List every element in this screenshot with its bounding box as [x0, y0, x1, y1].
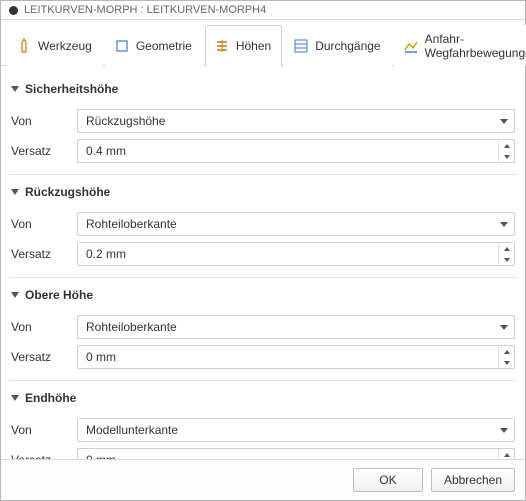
spin-down-button[interactable] — [499, 151, 514, 162]
spin-down-button[interactable] — [499, 357, 514, 368]
von-select-endhoehe[interactable]: Modellunterkante — [77, 418, 515, 442]
tab-werkzeug[interactable]: Werkzeug — [7, 25, 103, 66]
von-select-value: Rückzugshöhe — [78, 110, 494, 132]
tab-bar: Werkzeug Geometrie Höhen Durchgänge — [1, 20, 525, 66]
tool-icon — [16, 38, 32, 54]
spin-up-button[interactable] — [499, 140, 514, 151]
versatz-input-obere-hoehe[interactable] — [77, 345, 515, 369]
chevron-down-icon — [504, 155, 510, 159]
heights-icon — [214, 38, 230, 54]
window-title: LEITKURVEN-MORPH : LEITKURVEN-MORPH4 — [24, 4, 266, 16]
spin-up-button[interactable] — [499, 449, 514, 459]
von-label: Von — [11, 217, 69, 231]
versatz-input-endhoehe[interactable] — [77, 448, 515, 459]
chevron-down-icon — [11, 292, 19, 298]
title-bar: LEITKURVEN-MORPH : LEITKURVEN-MORPH4 — [1, 1, 525, 20]
dropdown-button[interactable] — [494, 213, 514, 235]
chevron-down-icon — [11, 86, 19, 92]
versatz-field[interactable] — [78, 449, 498, 459]
chevron-up-icon — [504, 453, 510, 457]
dropdown-button[interactable] — [494, 419, 514, 441]
versatz-label: Versatz — [11, 247, 69, 261]
spin-down-button[interactable] — [499, 254, 514, 265]
tab-label: Geometrie — [136, 39, 192, 53]
chevron-up-icon — [504, 350, 510, 354]
group-title: Sicherheitshöhe — [25, 82, 118, 96]
tab-label: Durchgänge — [315, 39, 380, 53]
spin-up-button[interactable] — [499, 243, 514, 254]
geometry-icon — [114, 38, 130, 54]
chevron-up-icon — [504, 247, 510, 251]
von-select-sicherheitshoehe[interactable]: Rückzugshöhe — [77, 109, 515, 133]
tab-geometrie[interactable]: Geometrie — [105, 25, 203, 66]
von-select-value: Modellunterkante — [78, 419, 494, 441]
chevron-down-icon — [500, 119, 508, 124]
tab-anfahr-wegfahr[interactable]: Anfahr-Wegfahrbewegungen — [394, 25, 526, 66]
von-select-obere-hoehe[interactable]: Rohteiloberkante — [77, 315, 515, 339]
versatz-label: Versatz — [11, 350, 69, 364]
group-rueckzugshoehe: Rückzugshöhe Von Rohteiloberkante Versat… — [9, 175, 517, 278]
group-header-endhoehe[interactable]: Endhöhe — [9, 385, 517, 415]
window-state-icon — [9, 6, 18, 15]
tab-label: Werkzeug — [38, 39, 92, 53]
group-header-rueckzugshoehe[interactable]: Rückzugshöhe — [9, 179, 517, 209]
von-select-value: Rohteiloberkante — [78, 213, 494, 235]
von-label: Von — [11, 320, 69, 334]
chevron-up-icon — [504, 144, 510, 148]
passes-icon — [293, 38, 309, 54]
group-endhoehe: Endhöhe Von Modellunterkante Versatz — [9, 381, 517, 459]
chevron-down-icon — [500, 428, 508, 433]
chevron-down-icon — [11, 395, 19, 401]
von-label: Von — [11, 423, 69, 437]
dialog-footer: OK Abbrechen — [1, 459, 525, 500]
versatz-field[interactable] — [78, 140, 498, 162]
versatz-input-rueckzugshoehe[interactable] — [77, 242, 515, 266]
group-sicherheitshoehe: Sicherheitshöhe Von Rückzugshöhe Versatz — [9, 72, 517, 175]
tab-label: Anfahr-Wegfahrbewegungen — [425, 32, 526, 60]
versatz-label: Versatz — [11, 144, 69, 158]
von-select-rueckzugshoehe[interactable]: Rohteiloberkante — [77, 212, 515, 236]
tab-hoehen[interactable]: Höhen — [205, 25, 282, 66]
dropdown-button[interactable] — [494, 316, 514, 338]
dropdown-button[interactable] — [494, 110, 514, 132]
group-obere-hoehe: Obere Höhe Von Rohteiloberkante Versatz — [9, 278, 517, 381]
content-pane: Sicherheitshöhe Von Rückzugshöhe Versatz — [1, 66, 525, 459]
ok-button[interactable]: OK — [353, 468, 423, 492]
von-label: Von — [11, 114, 69, 128]
group-title: Obere Höhe — [25, 288, 93, 302]
versatz-input-sicherheitshoehe[interactable] — [77, 139, 515, 163]
chevron-down-icon — [500, 222, 508, 227]
von-select-value: Rohteiloberkante — [78, 316, 494, 338]
spin-up-button[interactable] — [499, 346, 514, 357]
linking-icon — [403, 38, 419, 54]
chevron-down-icon — [504, 258, 510, 262]
group-title: Endhöhe — [25, 391, 76, 405]
chevron-down-icon — [504, 361, 510, 365]
group-header-obere-hoehe[interactable]: Obere Höhe — [9, 282, 517, 312]
group-header-sicherheitshoehe[interactable]: Sicherheitshöhe — [9, 76, 517, 106]
versatz-field[interactable] — [78, 346, 498, 368]
tab-durchgaenge[interactable]: Durchgänge — [284, 25, 391, 66]
group-title: Rückzugshöhe — [25, 185, 110, 199]
tab-label: Höhen — [236, 39, 271, 53]
chevron-down-icon — [500, 325, 508, 330]
versatz-field[interactable] — [78, 243, 498, 265]
cancel-button[interactable]: Abbrechen — [431, 468, 515, 492]
chevron-down-icon — [11, 189, 19, 195]
